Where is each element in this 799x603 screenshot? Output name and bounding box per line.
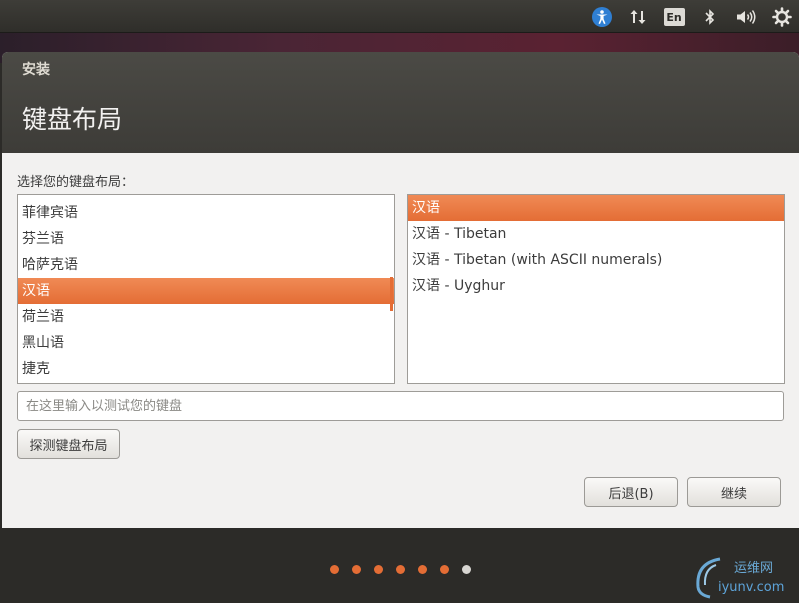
progress-dot	[396, 564, 405, 574]
volume-icon[interactable]	[735, 6, 757, 28]
top-panel: En	[0, 0, 799, 33]
variant-list[interactable]: 汉语 汉语 - Tibetan 汉语 - Tibetan (with ASCII…	[407, 194, 785, 384]
layout-list-item[interactable]: 荷兰语	[18, 304, 394, 330]
watermark-cn-text: 运维网	[734, 561, 774, 576]
variant-list-item[interactable]: 汉语 - Tibetan	[408, 221, 784, 247]
progress-dot	[352, 564, 361, 574]
page-title: 键盘布局	[22, 105, 123, 134]
language-badge: En	[663, 8, 685, 26]
session-gear-icon[interactable]	[771, 6, 793, 28]
watermark: 运维网 iyunv.com	[690, 553, 795, 599]
layout-list-item[interactable]: 芬兰语	[18, 226, 394, 252]
window-title: 安装	[22, 62, 50, 78]
variant-list-item-selected[interactable]: 汉语	[408, 195, 784, 221]
continue-button[interactable]: 继续	[687, 477, 781, 507]
progress-dot	[374, 564, 383, 574]
detect-layout-button[interactable]: 探测键盘布局	[17, 429, 120, 459]
accessibility-icon[interactable]	[591, 6, 613, 28]
layout-list-item[interactable]: 黑山语	[18, 330, 394, 356]
layout-list-scrollbar[interactable]	[390, 195, 393, 383]
variant-list-item[interactable]: 汉语 - Uyghur	[408, 273, 784, 299]
progress-dot	[440, 564, 449, 574]
layout-list-item-selected[interactable]: 汉语	[18, 278, 394, 304]
progress-dot	[330, 564, 339, 574]
network-icon[interactable]	[627, 6, 649, 28]
layout-list-item[interactable]: 菲律宾语	[18, 200, 394, 226]
progress-dot-current	[462, 564, 471, 574]
scrollbar-thumb[interactable]	[390, 277, 393, 311]
indicator-area: En	[591, 6, 793, 28]
window-header: 安装 键盘布局	[2, 52, 799, 153]
layout-list-item[interactable]: 捷克	[18, 356, 394, 382]
back-button[interactable]: 后退(B)	[584, 477, 678, 507]
keyboard-test-input[interactable]	[17, 391, 784, 421]
layout-prompt-label: 选择您的键盘布局：	[17, 175, 135, 190]
progress-dots	[330, 564, 471, 574]
keyboard-language-icon[interactable]: En	[663, 6, 685, 28]
variant-list-item[interactable]: 汉语 - Tibetan (with ASCII numerals)	[408, 247, 784, 273]
bluetooth-icon[interactable]	[699, 6, 721, 28]
watermark-en-text: iyunv.com	[718, 580, 785, 595]
installer-window: 安装 键盘布局 选择您的键盘布局： 菲律宾语 芬兰语 哈萨克语 汉语 荷兰语 黑…	[2, 52, 799, 528]
layout-list[interactable]: 菲律宾语 芬兰语 哈萨克语 汉语 荷兰语 黑山语 捷克	[17, 194, 395, 384]
progress-dot	[418, 564, 427, 574]
layout-list-item[interactable]: 哈萨克语	[18, 252, 394, 278]
